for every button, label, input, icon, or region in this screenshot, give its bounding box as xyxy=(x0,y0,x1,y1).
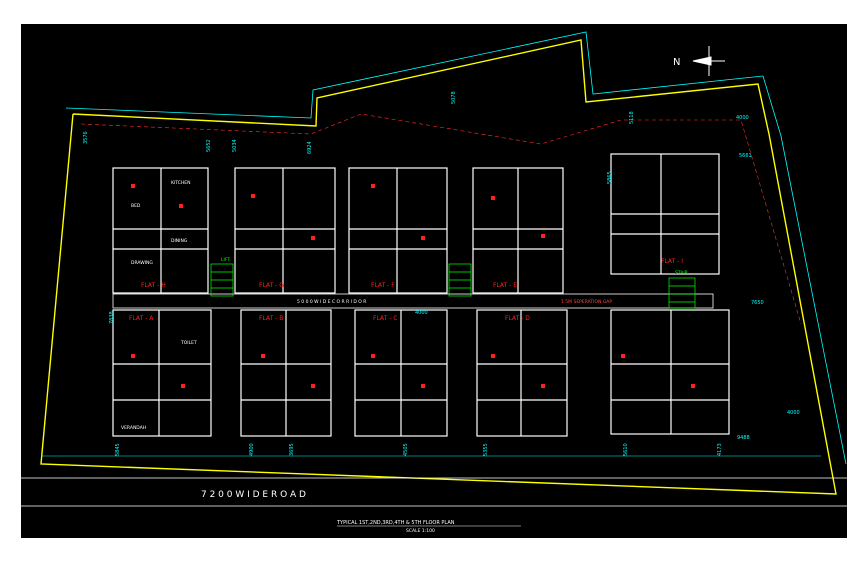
dim-6: 5118 xyxy=(629,111,635,124)
dim-4: 6924 xyxy=(307,141,313,154)
dim-16: 3695 xyxy=(289,443,295,456)
dim-19: 7838 xyxy=(109,311,115,324)
flat-label-d: FLAT - D xyxy=(505,315,530,322)
north-label: N xyxy=(673,57,680,68)
flat-b-block xyxy=(240,309,332,437)
stair-core-2 xyxy=(448,263,472,297)
corridor xyxy=(112,293,714,309)
room-label-dining: DINING xyxy=(171,238,188,244)
floor-plan-drawing: N 7 2 0 0 W I D E R O A D TYPICAL 1ST,2N… xyxy=(21,31,847,534)
north-arrow-icon xyxy=(692,46,725,76)
flat-e-block xyxy=(472,167,564,294)
flat-label-e: FLAT - E xyxy=(493,282,517,289)
dim-3: 5034 xyxy=(232,139,238,152)
road xyxy=(21,477,847,507)
room-label-lift: LIFT xyxy=(221,257,230,263)
corridor-dim: 4000 xyxy=(415,310,428,316)
flat-label-i: FLAT - I xyxy=(661,258,683,265)
room-label-verandah: VERANDAH xyxy=(121,425,146,431)
corridor-label: 5 0 0 0 W I D E C O R R I D O R xyxy=(297,299,366,305)
flat-label-h: FLAT - H xyxy=(141,282,166,289)
flat-c-block xyxy=(354,309,448,437)
dim-2: 5652 xyxy=(206,139,212,152)
dim-1: 3576 xyxy=(83,131,89,144)
drawing-title: TYPICAL 1ST,2ND,3RD,4TH & 5TH FLOOR PLAN xyxy=(336,520,455,526)
site-boundary xyxy=(40,39,837,495)
service-gap-label: 1.5M SEPERATION GAP xyxy=(561,299,612,305)
dim-10: 4000 xyxy=(787,410,800,416)
dim-5: 5078 xyxy=(451,91,457,104)
room-label-stair: STAIR xyxy=(675,270,688,276)
flat-label-c: FLAT - C xyxy=(373,315,397,322)
dim-12: 4173 xyxy=(717,443,723,456)
flat-label-g: FLAT - G xyxy=(259,282,284,289)
flat-i-lower-block xyxy=(610,309,730,435)
flat-i-block xyxy=(610,153,720,275)
drawing-scale: SCALE 1:100 xyxy=(406,528,435,534)
dim-20: 5865 xyxy=(607,171,613,184)
room-label-drawing: DRAWING xyxy=(131,260,153,266)
dim-9: 7650 xyxy=(751,300,764,306)
stair-core-3 xyxy=(668,277,696,309)
dim-11: 9488 xyxy=(737,435,750,441)
road-label: 7 2 0 0 W I D E R O A D xyxy=(201,490,306,500)
dim-7: 4000 xyxy=(736,115,749,121)
flat-label-b: FLAT - B xyxy=(259,315,283,322)
flat-g-block xyxy=(234,167,336,294)
flat-h-block xyxy=(112,167,209,294)
dim-18: 5845 xyxy=(115,443,121,456)
room-label-toilet: TOILET xyxy=(180,340,197,346)
flat-a-block xyxy=(112,309,212,437)
dim-15: 4505 xyxy=(403,443,409,456)
dim-13: 5610 xyxy=(623,443,629,456)
dim-17: 4900 xyxy=(249,443,255,456)
dim-14: 5355 xyxy=(483,443,489,456)
flat-label-f: FLAT - F xyxy=(371,282,395,289)
flat-f-block xyxy=(348,167,448,294)
flat-d-block xyxy=(476,309,568,437)
room-label-bed: BED xyxy=(131,203,141,209)
dim-8: 5661 xyxy=(739,153,752,159)
stair-core-1 xyxy=(210,263,234,297)
cad-viewport[interactable]: N 7 2 0 0 W I D E R O A D TYPICAL 1ST,2N… xyxy=(21,24,847,538)
room-label-kitchen: KITCHEN xyxy=(171,180,191,186)
flat-label-a: FLAT - A xyxy=(129,315,154,322)
